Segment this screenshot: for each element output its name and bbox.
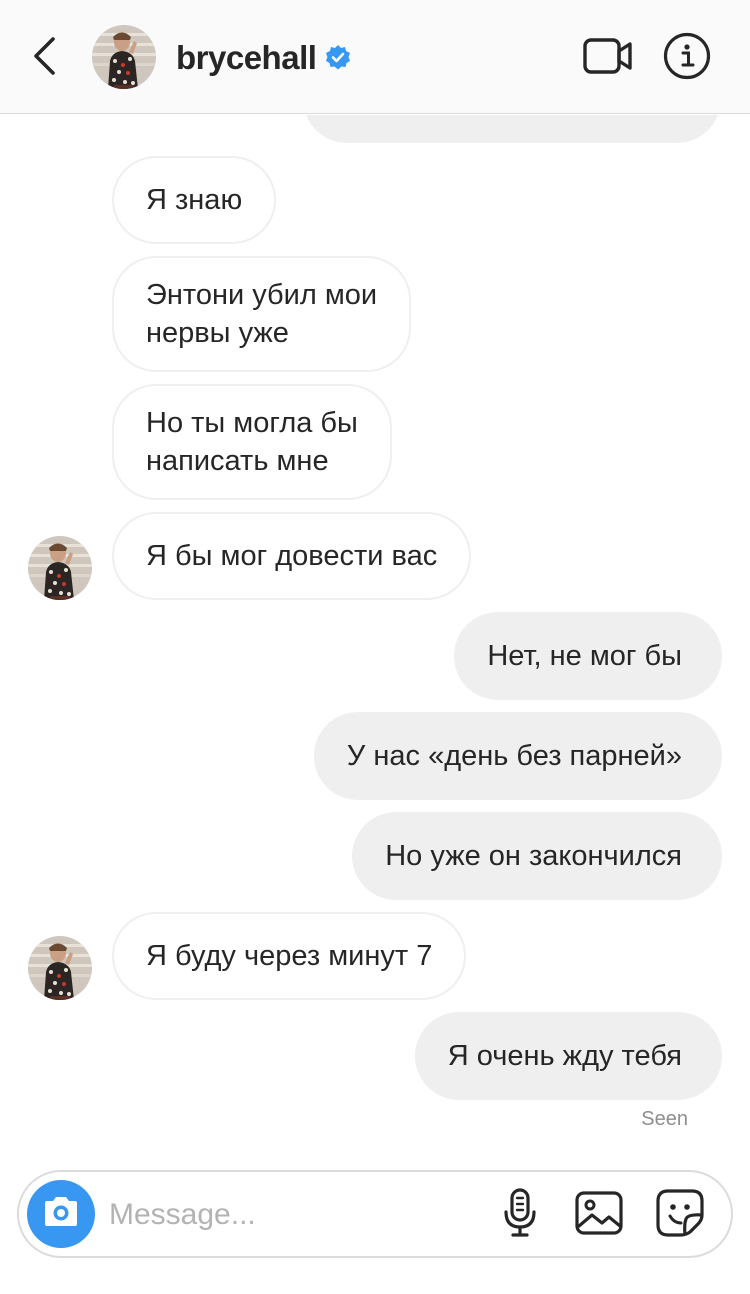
sender-avatar[interactable] (28, 536, 92, 600)
chat-header: brycehall (0, 0, 750, 114)
message-text: Но ты могла бы написать мне (146, 404, 358, 480)
message-bubble-sent[interactable]: Нет, не мог бы (454, 612, 722, 700)
seen-status: Seen (641, 1108, 688, 1130)
message-line: написать мне (146, 445, 329, 477)
microphone-icon (502, 1187, 538, 1244)
camera-button[interactable] (27, 1180, 95, 1248)
chevron-left-icon (31, 36, 57, 81)
message-text: Но уже он закончился (385, 840, 682, 872)
message-bubble-sent[interactable]: У нас «день без парней» (313, 712, 722, 800)
message-input[interactable] (109, 1192, 489, 1238)
sender-avatar[interactable] (28, 936, 92, 1000)
message-text: Энтони убил мои нервы уже (146, 276, 377, 352)
info-icon (663, 32, 711, 85)
message-text: Я буду через минут 7 (146, 940, 433, 972)
message-text: Я знаю (146, 184, 243, 216)
camera-icon (41, 1195, 81, 1234)
message-line: Энтони убил мои (146, 279, 378, 311)
message-bubble-sent[interactable]: Я очень жду тебя (414, 1012, 722, 1100)
message-text: Нет, не мог бы (487, 640, 682, 672)
message-composer (17, 1170, 733, 1258)
voice-message-button[interactable] (499, 1187, 541, 1244)
message-bubble-partial (303, 115, 721, 143)
sticker-icon (655, 1188, 705, 1243)
video-call-button[interactable] (582, 36, 634, 81)
message-thread[interactable]: Я знаю Энтони убил мои нервы уже Но ты м… (0, 115, 750, 1160)
username: brycehall (176, 39, 317, 76)
message-text: Я бы мог довести вас (146, 540, 438, 572)
message-bubble-received[interactable]: Но ты могла бы написать мне (112, 384, 392, 500)
gallery-button[interactable] (574, 1190, 624, 1240)
message-bubble-received[interactable]: Я буду через минут 7 (112, 912, 467, 1000)
gallery-icon (574, 1188, 624, 1243)
profile-avatar[interactable] (92, 25, 156, 89)
message-line: нервы уже (146, 317, 289, 349)
message-bubble-received[interactable]: Я знаю (112, 156, 277, 244)
sticker-button[interactable] (655, 1188, 705, 1243)
verified-badge-icon (324, 44, 352, 72)
message-bubble-received[interactable]: Я бы мог довести вас (112, 512, 472, 600)
profile-name-link[interactable]: brycehall (176, 36, 352, 80)
message-text: Я очень жду тебя (447, 1040, 682, 1072)
message-bubble-sent[interactable]: Но уже он закончился (352, 812, 722, 900)
message-bubble-received[interactable]: Энтони убил мои нервы уже (112, 256, 412, 372)
message-line: Но ты могла бы (146, 407, 358, 439)
message-text: У нас «день без парней» (346, 740, 682, 772)
back-button[interactable] (22, 34, 66, 82)
info-button[interactable] (663, 32, 711, 85)
video-camera-icon (582, 36, 634, 81)
